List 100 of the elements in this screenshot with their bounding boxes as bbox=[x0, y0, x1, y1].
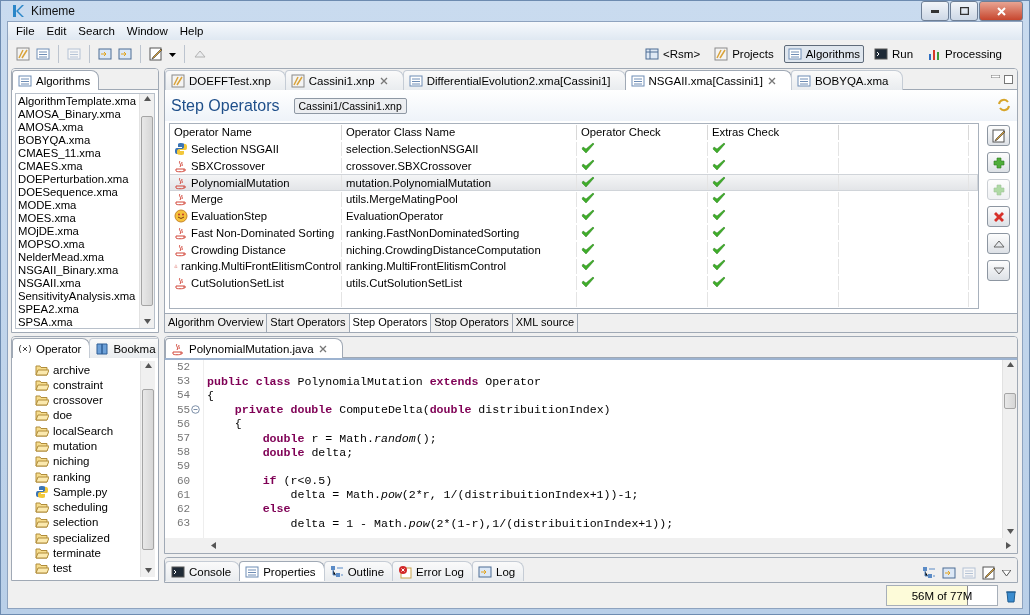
filter-button[interactable] bbox=[942, 566, 956, 580]
sync-icon[interactable] bbox=[997, 97, 1011, 112]
tree-item[interactable]: doe bbox=[17, 407, 138, 424]
menu-item[interactable]: Edit bbox=[40, 25, 73, 37]
tree-item[interactable]: specialized bbox=[17, 530, 138, 546]
code-editor[interactable] bbox=[165, 358, 1017, 538]
view-tab[interactable]: Error Log bbox=[392, 561, 473, 581]
column-header[interactable]: Extras Check bbox=[708, 125, 839, 140]
close-icon[interactable] bbox=[378, 75, 389, 86]
fold-icon[interactable] bbox=[191, 405, 201, 415]
page-tab[interactable]: Step Operators bbox=[349, 314, 432, 332]
column-header[interactable]: Operator Class Name bbox=[342, 125, 577, 140]
edit-button[interactable] bbox=[987, 125, 1010, 146]
list-item[interactable]: MODE.xma bbox=[18, 199, 137, 212]
list-item[interactable]: NSGAII_Binary.xma bbox=[18, 264, 137, 277]
tree-item[interactable]: terminate bbox=[17, 545, 138, 561]
table-row[interactable]: SBXCrossover crossover.SBXCrossover bbox=[170, 157, 978, 175]
editor-tab[interactable]: DifferentialEvolution2.xma[Cassini1] bbox=[402, 70, 626, 90]
table-row[interactable]: Selection NSGAII selection.SelectionNSGAII bbox=[170, 140, 978, 158]
perspective-button[interactable]: Run bbox=[870, 45, 918, 63]
table-row[interactable]: Fast Non-Dominated Sorting ranking.FastNonDominatedSorting bbox=[170, 224, 978, 242]
editor-tab[interactable]: DOEFFTest.xnp bbox=[165, 70, 286, 90]
list-item[interactable]: NelderMead.xma bbox=[18, 251, 137, 264]
minimize-button[interactable] bbox=[921, 1, 949, 21]
list-item[interactable]: AMOSA_Binary.xma bbox=[18, 108, 137, 121]
view-tab[interactable]: Bookma bbox=[89, 338, 158, 358]
scrollbar[interactable] bbox=[1002, 360, 1017, 538]
page-tab[interactable]: Start Operators bbox=[267, 314, 350, 332]
column-header[interactable]: Operator Name bbox=[170, 125, 342, 140]
scroll-arrow-icon[interactable] bbox=[143, 96, 151, 103]
view-tab[interactable]: Properties bbox=[239, 561, 325, 581]
list-item[interactable]: AMOSA.xma bbox=[18, 121, 137, 134]
tree-item[interactable]: niching bbox=[17, 453, 138, 469]
view-tab[interactable]: Operator bbox=[12, 338, 91, 358]
column-header[interactable]: Operator Check bbox=[577, 125, 708, 140]
tree-item[interactable]: Sample.py bbox=[17, 484, 138, 500]
menu-item[interactable]: File bbox=[10, 25, 41, 37]
tree-item[interactable]: constraint bbox=[17, 377, 138, 393]
tree-item[interactable]: ranking bbox=[17, 468, 138, 485]
add-button[interactable] bbox=[987, 152, 1010, 173]
editor-tab[interactable]: Cassini1.xnp bbox=[284, 70, 404, 90]
tree-item[interactable]: mutation bbox=[17, 438, 138, 454]
view-tab[interactable]: Algorithms bbox=[12, 70, 100, 90]
perspective-button[interactable]: Algorithms bbox=[783, 45, 864, 63]
tree-item[interactable]: selection bbox=[17, 514, 138, 531]
list-item[interactable]: AlgorithmTemplate.xma bbox=[18, 95, 137, 108]
view-tab[interactable]: Log bbox=[472, 561, 525, 581]
tree-item[interactable]: archive bbox=[17, 362, 138, 378]
list-item[interactable]: MOjDE.xma bbox=[18, 225, 137, 238]
close-icon[interactable] bbox=[766, 75, 777, 86]
list-item[interactable]: SPSA.xma bbox=[18, 316, 137, 328]
page-tab[interactable]: Algorithm Overview bbox=[165, 314, 268, 332]
scrollbar[interactable] bbox=[140, 361, 155, 577]
scroll-arrow-icon[interactable] bbox=[144, 568, 152, 575]
scroll-thumb[interactable] bbox=[142, 388, 154, 550]
list-item[interactable]: SPEA2.xma bbox=[18, 303, 137, 316]
table-row[interactable]: CutSolutionSetList utils.CutSolutionSetList bbox=[170, 274, 978, 292]
tree-item[interactable]: localSearch bbox=[17, 423, 138, 439]
list-item[interactable]: DOESequence.xma bbox=[18, 186, 137, 199]
import-button[interactable] bbox=[98, 47, 112, 61]
scroll-arrow-icon[interactable] bbox=[143, 319, 151, 326]
tree-item[interactable]: test bbox=[17, 560, 138, 576]
delete-button[interactable] bbox=[987, 206, 1010, 227]
tree-item[interactable]: scheduling bbox=[17, 499, 138, 515]
menu-item[interactable]: Help bbox=[173, 25, 210, 37]
editor-tab[interactable]: NSGAII.xma[Cassini1] bbox=[624, 70, 792, 90]
perspective-button[interactable]: Processing bbox=[923, 45, 1006, 63]
tree-toggle-button[interactable] bbox=[922, 566, 936, 580]
tool-dropdown-button[interactable] bbox=[149, 47, 163, 61]
maximize-button[interactable] bbox=[950, 1, 978, 21]
table-row[interactable]: Crowding Distance niching.CrowdingDistanceComputation bbox=[170, 241, 978, 258]
menu-item[interactable]: Window bbox=[120, 25, 174, 37]
list-item[interactable]: CMAES.xma bbox=[18, 160, 137, 173]
new-algorithm-button[interactable] bbox=[36, 47, 50, 61]
maximize-view-icon[interactable] bbox=[1004, 75, 1013, 84]
view-tab[interactable]: Outline bbox=[323, 561, 394, 581]
list-item[interactable]: BOBYQA.xma bbox=[18, 134, 137, 147]
perspective-button[interactable]: <Rsm> bbox=[641, 45, 705, 63]
list-item[interactable]: DOEPerturbation.xma bbox=[18, 173, 137, 186]
table-row[interactable]: PolynomialMutation mutation.PolynomialMutation bbox=[170, 174, 978, 191]
list-item[interactable]: NSGAII.xma bbox=[18, 277, 137, 290]
scroll-arrow-icon[interactable] bbox=[211, 542, 218, 549]
menu-item[interactable]: Search bbox=[72, 25, 121, 37]
table-row[interactable]: Merge utils.MergeMatingPool bbox=[170, 190, 978, 208]
down-button[interactable] bbox=[987, 260, 1010, 281]
tree-item[interactable]: crossover bbox=[17, 392, 138, 408]
pin-button[interactable] bbox=[982, 566, 996, 580]
table-row[interactable]: EvaluationStep EvaluationOperator bbox=[170, 207, 978, 225]
scrollbar[interactable] bbox=[165, 538, 1017, 553]
garbage-collect-button[interactable] bbox=[1004, 588, 1018, 603]
export-button[interactable] bbox=[118, 47, 132, 61]
close-button[interactable] bbox=[979, 1, 1023, 21]
view-tab[interactable]: Console bbox=[165, 561, 241, 581]
list-item[interactable]: SensitivityAnalysis.xma bbox=[18, 290, 137, 303]
editor-tab[interactable]: BOBYQA.xma bbox=[790, 70, 904, 90]
table-row[interactable]: ranking.MultiFrontElitismControl ranking.MultiFrontElitismControl bbox=[170, 257, 978, 275]
page-tab[interactable]: Stop Operators bbox=[431, 314, 513, 332]
minimize-view-icon[interactable] bbox=[991, 75, 1000, 78]
list-item[interactable]: MOES.xma bbox=[18, 212, 137, 225]
editor-tab[interactable]: PolynomialMutation.java bbox=[165, 338, 343, 358]
